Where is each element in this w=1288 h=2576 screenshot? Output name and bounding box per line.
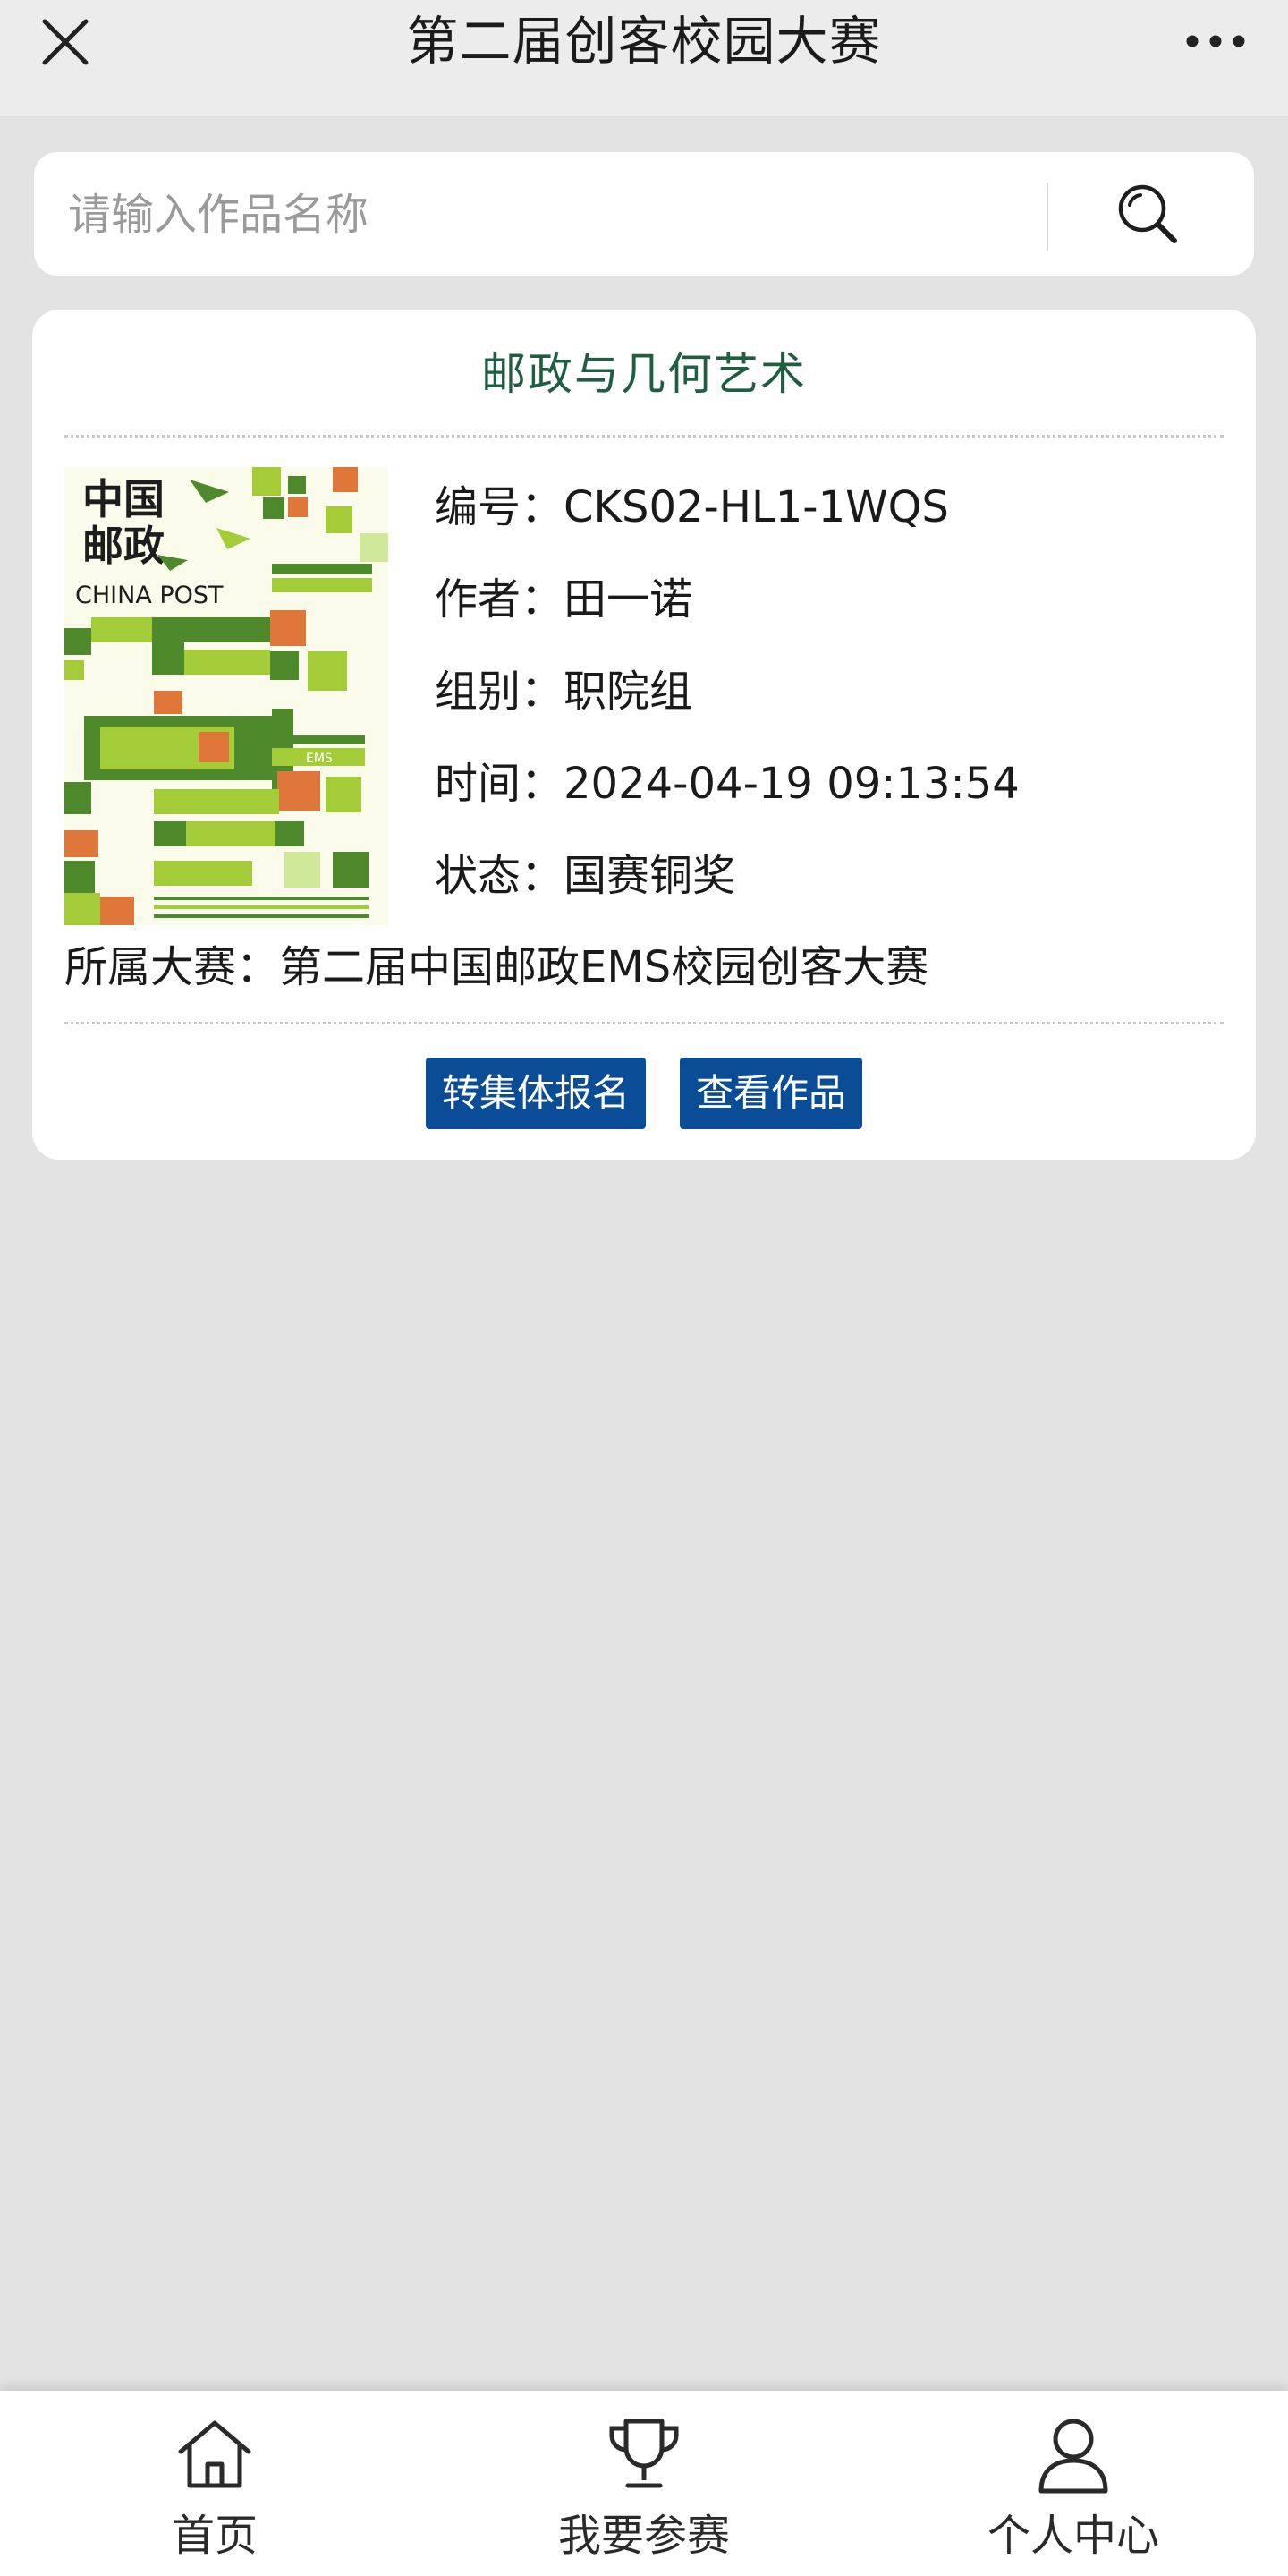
contest-value: 第二届中国邮政EMS校园创客大赛 — [279, 942, 929, 992]
trophy-icon — [609, 2419, 679, 2488]
bottom-tab-bar: 首页 我要参赛 个人中心 — [0, 2391, 1288, 2576]
search-input[interactable] — [66, 174, 1054, 256]
author-value: 田一诺 — [564, 574, 693, 625]
divider-top — [64, 435, 1224, 438]
page-title: 第二届创客校园大赛 — [406, 11, 882, 72]
title-bar: 第二届创客校园大赛 — [0, 0, 1288, 117]
info-row-id: 编号：CKS02-HL1-1WQS — [435, 467, 1020, 559]
info-label: 组别： — [435, 667, 564, 717]
info-row-author: 作者：田一诺 — [435, 559, 1020, 651]
work-title: 邮政与几何艺术 — [481, 348, 807, 400]
work-id-value: CKS02-HL1-1WQS — [564, 482, 949, 532]
tab-profile[interactable]: 个人中心 — [859, 2391, 1288, 2576]
info-label: 状态： — [435, 851, 564, 901]
search-bar — [34, 152, 1254, 276]
view-work-button[interactable]: 查看作品 — [680, 1058, 863, 1129]
info-label: 编号： — [435, 482, 564, 532]
tab-label: 个人中心 — [987, 2511, 1159, 2561]
divider-bottom — [64, 1022, 1224, 1024]
info-row-status: 状态：国赛铜奖 — [435, 836, 1020, 928]
tab-join-contest[interactable]: 我要参赛 — [429, 2391, 859, 2576]
info-row-group: 组别：职院组 — [435, 651, 1020, 744]
info-label: 时间： — [435, 759, 564, 809]
search-button[interactable] — [1089, 172, 1206, 256]
svg-text:CHINA POST: CHINA POST — [75, 582, 224, 609]
contest-label: 所属大赛： — [64, 942, 280, 992]
work-card: 邮政与几何艺术 中国 邮政 CHINA POST EMS 编号：CKS02-HL… — [32, 310, 1256, 1160]
more-button[interactable] — [1175, 16, 1256, 66]
user-icon — [1038, 2419, 1108, 2494]
close-button[interactable] — [36, 13, 95, 72]
more-dots-icon — [1186, 35, 1245, 47]
svg-text:EMS: EMS — [306, 752, 333, 766]
info-label: 作者： — [435, 574, 564, 625]
time-value: 2024-04-19 09:13:54 — [564, 759, 1020, 809]
info-row-time: 时间：2024-04-19 09:13:54 — [435, 744, 1020, 836]
work-poster[interactable]: 中国 邮政 CHINA POST EMS — [64, 467, 388, 925]
work-info: 编号：CKS02-HL1-1WQS 作者：田一诺 组别：职院组 时间：2024-… — [435, 467, 1020, 928]
home-icon — [178, 2420, 251, 2488]
search-divider — [1046, 183, 1048, 251]
svg-text:邮政: 邮政 — [82, 522, 165, 570]
card-actions: 转集体报名 查看作品 — [32, 1058, 1256, 1129]
tab-home[interactable]: 首页 — [0, 2391, 429, 2576]
tab-label: 我要参赛 — [557, 2511, 730, 2561]
china-post-poster-image: 中国 邮政 CHINA POST EMS — [64, 467, 388, 925]
search-icon — [1118, 184, 1177, 243]
contest-row: 所属大赛：第二届中国邮政EMS校园创客大赛 — [64, 927, 928, 1007]
group-signup-button[interactable]: 转集体报名 — [425, 1058, 646, 1129]
tab-label: 首页 — [171, 2511, 258, 2561]
close-icon — [42, 19, 89, 65]
status-value: 国赛铜奖 — [564, 851, 736, 901]
svg-text:中国: 中国 — [82, 475, 165, 523]
group-value: 职院组 — [564, 667, 693, 717]
